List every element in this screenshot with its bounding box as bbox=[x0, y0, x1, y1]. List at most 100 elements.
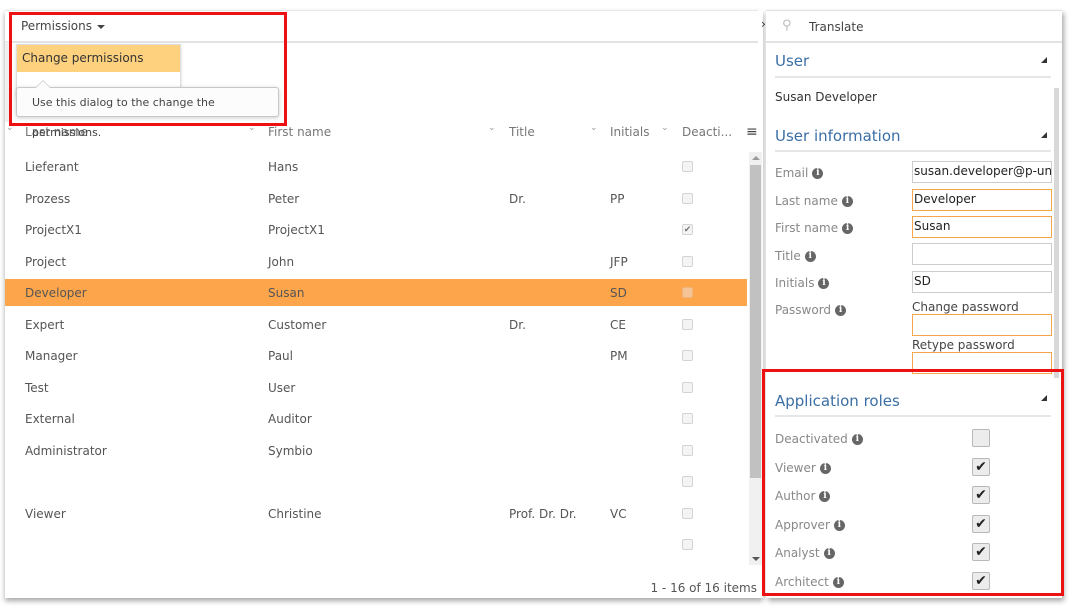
deactivated-checkbox[interactable] bbox=[682, 318, 693, 330]
collapse-icon[interactable] bbox=[1041, 57, 1047, 63]
translate-button[interactable]: Translate bbox=[809, 20, 864, 34]
collapse-icon[interactable] bbox=[1041, 395, 1047, 401]
caret-down-icon bbox=[96, 24, 105, 29]
info-icon[interactable]: i bbox=[842, 223, 854, 234]
column-header-first-name[interactable]: First name bbox=[268, 125, 331, 139]
deactivated-checkbox[interactable] bbox=[682, 539, 693, 550]
deactivated-checkbox[interactable]: ✔ bbox=[682, 224, 693, 235]
table-row[interactable] bbox=[5, 468, 747, 495]
info-icon[interactable]: i bbox=[818, 278, 830, 289]
table-row[interactable]: Project John JFP bbox=[5, 248, 747, 275]
role-checkbox-deactivated[interactable] bbox=[972, 429, 990, 447]
last-name-label-text: Last name bbox=[775, 194, 838, 208]
table-row[interactable]: Viewer Christine Prof. Dr. Dr. VC bbox=[5, 500, 747, 527]
scroll-thumb[interactable] bbox=[750, 165, 761, 478]
table-row[interactable]: Manager Paul PM bbox=[5, 342, 747, 369]
role-checkbox-viewer[interactable]: ✔ bbox=[972, 457, 990, 476]
info-icon[interactable]: i bbox=[832, 576, 844, 588]
cell-first-name: Symbio bbox=[268, 443, 313, 458]
divider bbox=[775, 150, 1051, 152]
deactivated-checkbox[interactable] bbox=[682, 350, 693, 361]
retype-password-field[interactable] bbox=[912, 352, 1052, 374]
deactivated-checkbox[interactable] bbox=[682, 255, 693, 267]
info-icon[interactable]: i bbox=[851, 434, 863, 445]
info-icon[interactable]: i bbox=[841, 196, 853, 207]
info-icon[interactable]: i bbox=[835, 305, 847, 316]
cell-last-name: Test bbox=[25, 380, 49, 395]
cell-last-name: Viewer bbox=[25, 506, 66, 521]
info-icon[interactable]: i bbox=[819, 491, 831, 502]
table-row[interactable]: Developer Susan SD bbox=[5, 279, 747, 306]
email-field[interactable]: susan.developer@p-und-z bbox=[912, 161, 1052, 183]
grid-scrollbar[interactable] bbox=[749, 152, 762, 565]
sort-chevron-icon[interactable]: ⌄ bbox=[488, 123, 496, 133]
info-icon[interactable]: i bbox=[812, 168, 824, 179]
deactivated-checkbox[interactable] bbox=[682, 413, 693, 424]
role-label-deactivated: Deactivated i bbox=[775, 432, 863, 446]
cell-first-name: User bbox=[268, 380, 296, 395]
cell-title: Prof. Dr. Dr. bbox=[509, 506, 577, 521]
role-label-text: Viewer bbox=[775, 460, 816, 475]
deactivated-checkbox[interactable] bbox=[682, 192, 693, 204]
retype-password-label: Retype password bbox=[912, 338, 1015, 352]
cell-last-name: External bbox=[25, 412, 75, 426]
column-header-initials[interactable]: Initials bbox=[610, 125, 649, 139]
deactivated-checkbox[interactable] bbox=[682, 287, 693, 298]
role-checkbox-approver[interactable]: ✔ bbox=[972, 514, 990, 533]
table-row[interactable] bbox=[5, 531, 747, 558]
role-label-author: Author i bbox=[775, 489, 831, 503]
role-checkbox-author[interactable]: ✔ bbox=[972, 486, 990, 504]
role-checkbox-analyst[interactable]: ✔ bbox=[972, 543, 990, 561]
cell-first-name: Hans bbox=[268, 160, 299, 174]
sort-chevron-icon[interactable]: ⌄ bbox=[248, 123, 256, 133]
role-checkbox-architect[interactable]: ✔ bbox=[972, 571, 990, 590]
info-icon[interactable]: i bbox=[804, 251, 816, 262]
initials-field[interactable]: SD bbox=[912, 271, 1052, 293]
cell-initials: PP bbox=[610, 191, 625, 206]
scroll-up-icon[interactable] bbox=[752, 156, 760, 160]
title-field[interactable] bbox=[912, 243, 1052, 265]
role-label-analyst: Analyst i bbox=[775, 546, 835, 560]
column-menu-icon[interactable]: ≡ bbox=[746, 124, 758, 140]
sort-chevron-icon[interactable]: ⌄ bbox=[6, 123, 14, 133]
deactivated-checkbox[interactable] bbox=[682, 161, 693, 172]
deactivated-checkbox[interactable] bbox=[682, 507, 693, 519]
last-name-field[interactable]: Developer bbox=[912, 189, 1052, 211]
side-toolbar: ⚲ Translate bbox=[766, 10, 1062, 43]
cell-last-name: Administrator bbox=[25, 443, 107, 458]
deactivated-checkbox[interactable] bbox=[682, 381, 693, 393]
side-scrollbar[interactable] bbox=[1054, 88, 1059, 378]
permissions-menu-button[interactable]: Permissions bbox=[21, 19, 105, 33]
cell-title: Dr. bbox=[509, 317, 526, 332]
collapse-icon[interactable] bbox=[1041, 132, 1047, 138]
scroll-down-icon[interactable] bbox=[752, 557, 760, 561]
deactivated-checkbox[interactable] bbox=[682, 444, 693, 456]
table-row[interactable]: Test User bbox=[5, 374, 747, 401]
deactivated-checkbox[interactable] bbox=[682, 476, 693, 487]
menu-item-change-permissions[interactable]: Change permissions bbox=[17, 45, 180, 72]
divider bbox=[775, 76, 1051, 78]
first-name-field[interactable]: Susan bbox=[912, 216, 1052, 238]
column-header-deactivated[interactable]: Deacti... bbox=[682, 125, 732, 139]
table-row[interactable]: Lieferant Hans bbox=[5, 153, 747, 180]
section-title-application-roles: Application roles bbox=[775, 392, 900, 410]
role-label-viewer: Viewer i bbox=[775, 461, 831, 475]
table-row[interactable]: Prozess Peter Dr. PP bbox=[5, 185, 747, 212]
key-icon[interactable]: ⚲ bbox=[782, 18, 792, 33]
info-icon[interactable]: i bbox=[823, 548, 835, 559]
table-row[interactable]: Administrator Symbio bbox=[5, 437, 747, 464]
sort-chevron-icon[interactable]: ⌄ bbox=[590, 123, 598, 133]
email-label: Email i bbox=[775, 166, 824, 180]
table-row[interactable]: ProjectX1 ProjectX1 ✔ bbox=[5, 216, 747, 243]
table-row[interactable]: External Auditor bbox=[5, 405, 747, 432]
table-row[interactable]: Expert Customer Dr. CE bbox=[5, 311, 747, 338]
change-password-field[interactable] bbox=[912, 314, 1052, 336]
title-label: Title i bbox=[775, 249, 816, 263]
info-icon[interactable]: i bbox=[833, 519, 845, 531]
info-icon[interactable]: i bbox=[819, 462, 831, 474]
divider bbox=[775, 415, 1051, 417]
column-header-title[interactable]: Title bbox=[509, 125, 535, 139]
initials-label-text: Initials bbox=[775, 276, 815, 290]
last-name-label: Last name i bbox=[775, 194, 853, 208]
sort-chevron-icon[interactable]: ⌄ bbox=[661, 123, 669, 133]
